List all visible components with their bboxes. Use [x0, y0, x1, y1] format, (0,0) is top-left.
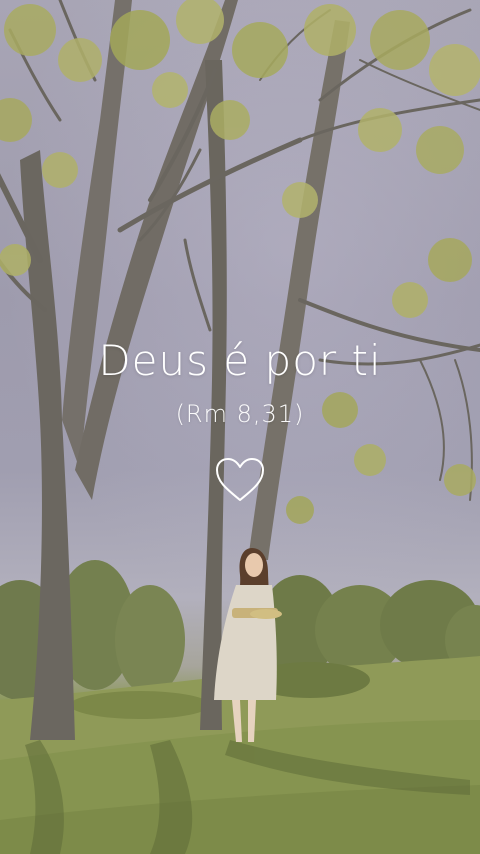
- bible-reference: (Rm 8,31): [175, 400, 305, 428]
- photo-background: Deus é por ti (Rm 8,31): [0, 0, 480, 854]
- heart-outline-icon[interactable]: [214, 456, 266, 504]
- headline-text: Deus é por ti: [98, 336, 382, 385]
